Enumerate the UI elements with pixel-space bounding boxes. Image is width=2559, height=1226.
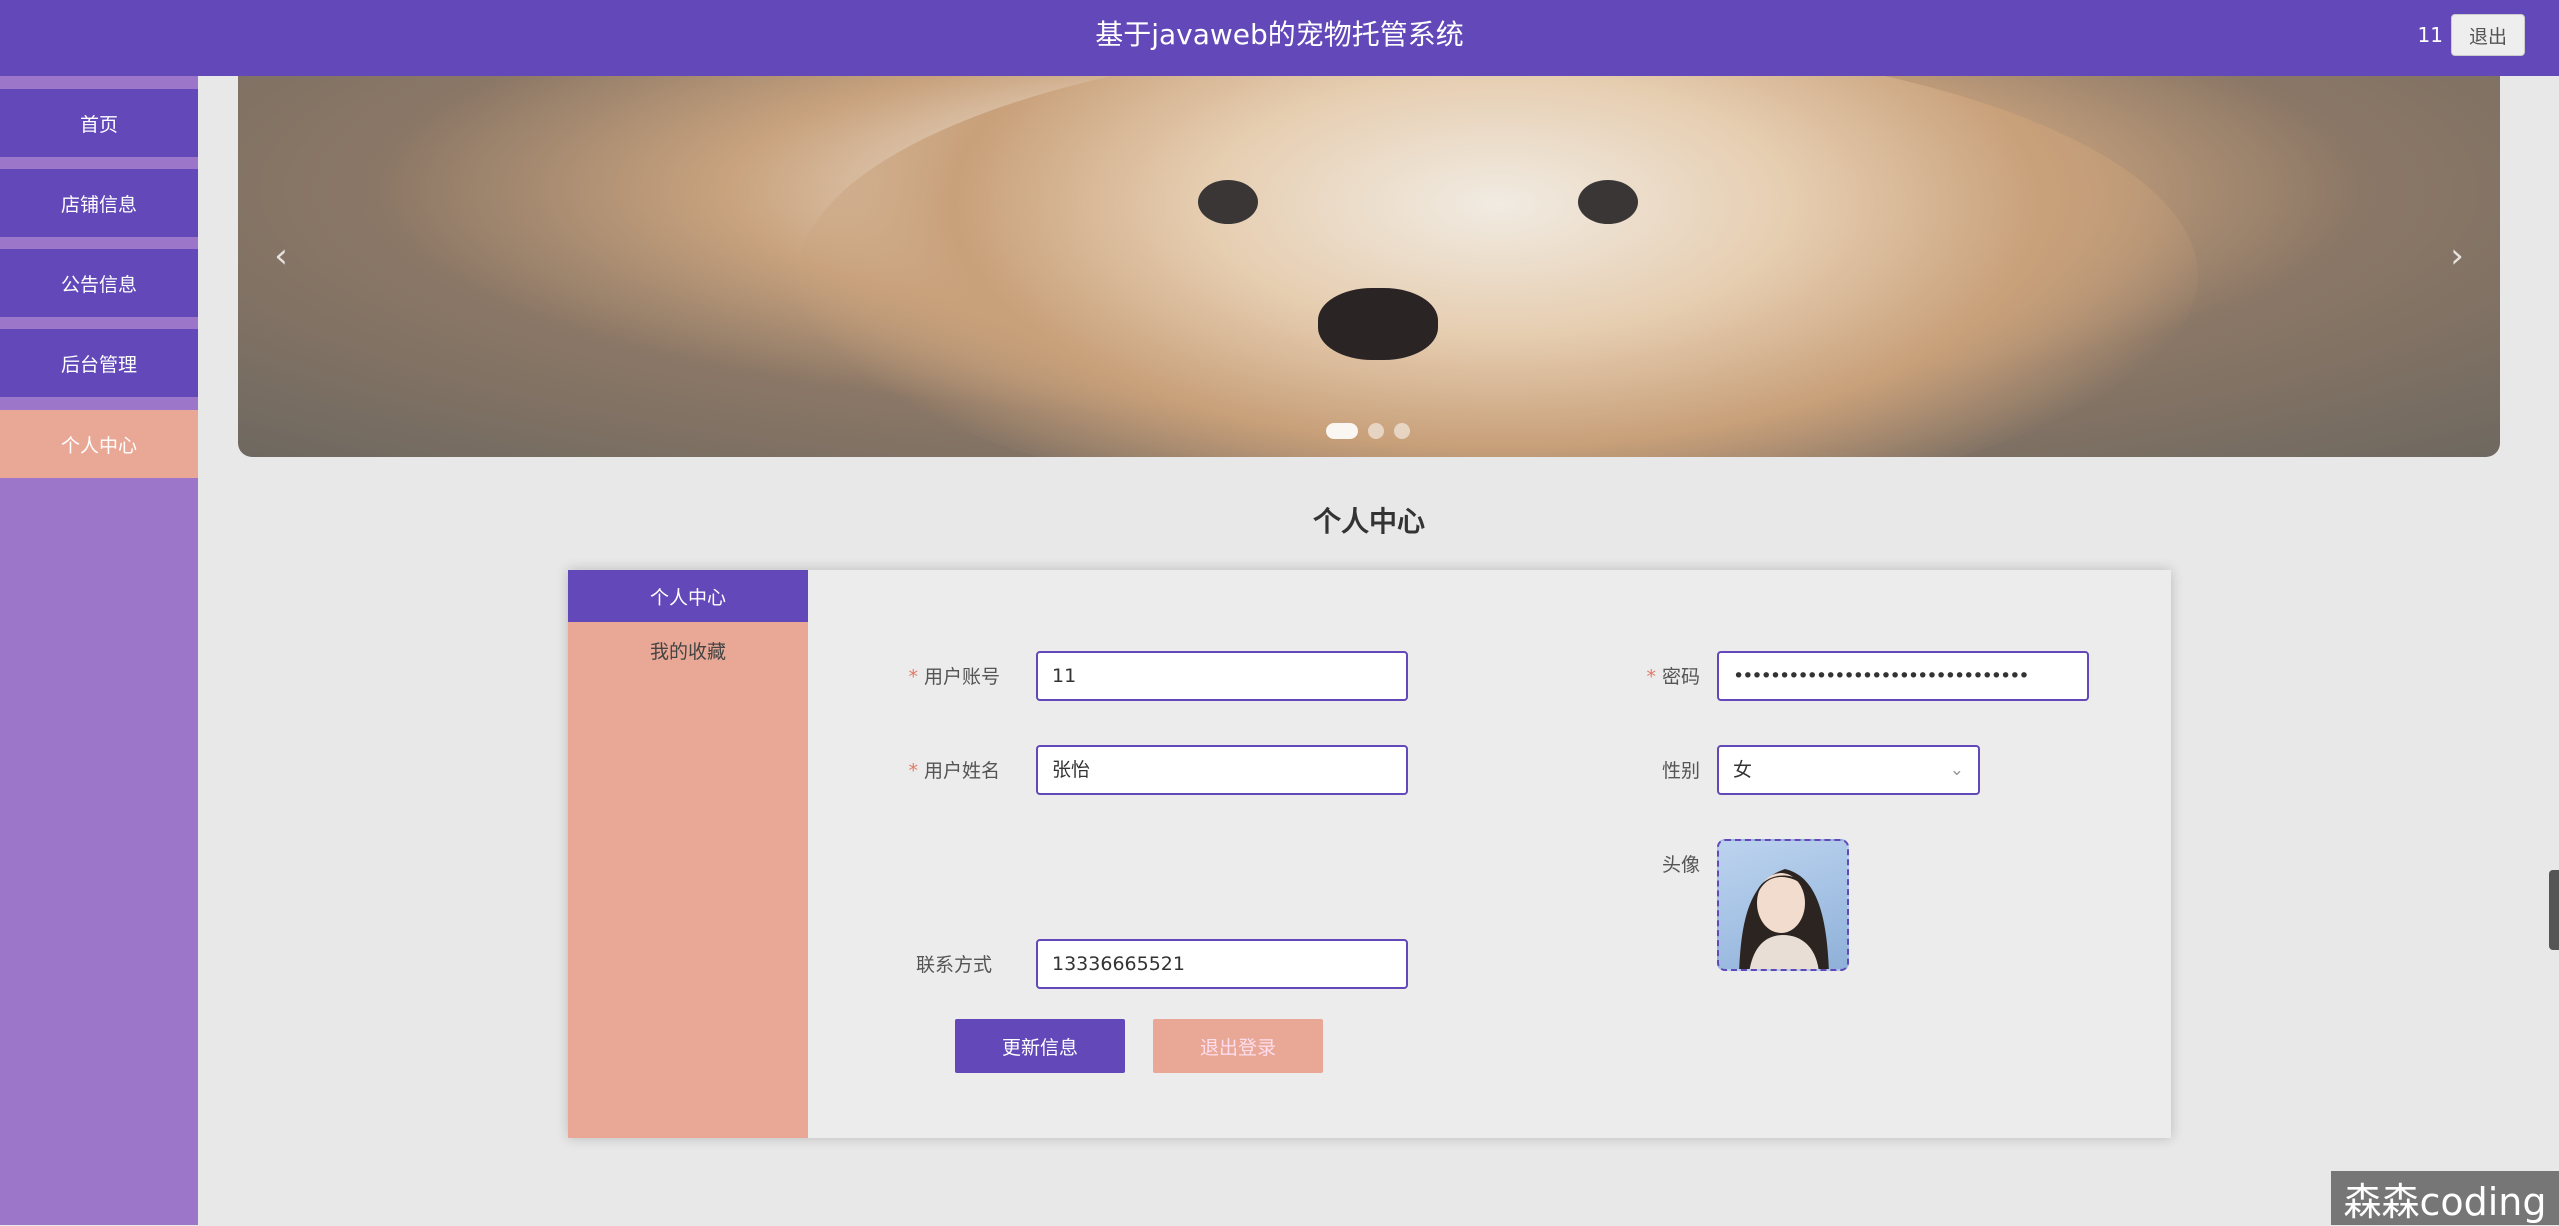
carousel-dot-1[interactable] <box>1326 423 1358 439</box>
dog-eye-left <box>1198 180 1258 224</box>
sidebar: 首页 店铺信息 公告信息 后台管理 个人中心 <box>0 76 198 1225</box>
sidebar-item-personal-center[interactable]: 个人中心 <box>0 410 198 478</box>
top-header: 基于javaweb的宠物托管系统 11 退出 <box>0 0 2559 76</box>
banner-carousel: ‹ › <box>238 76 2500 457</box>
password-label: * 密码 <box>1646 666 1700 688</box>
chevron-down-icon: ⌄ <box>1949 760 1964 780</box>
carousel-next-arrow-icon[interactable]: › <box>2439 238 2475 274</box>
carousel-indicators <box>1326 423 1410 439</box>
banner-dog-image <box>798 76 2198 457</box>
profile-tabs: 个人中心 我的收藏 <box>568 570 808 1138</box>
name-label: * 用户姓名 <box>908 760 1000 782</box>
carousel-dot-2[interactable] <box>1368 423 1384 439</box>
tab-personal-center[interactable]: 个人中心 <box>568 570 808 622</box>
account-label: * 用户账号 <box>908 666 1000 688</box>
update-info-button[interactable]: 更新信息 <box>955 1019 1125 1073</box>
watermark: 森森coding <box>2331 1171 2559 1225</box>
gender-select[interactable]: 女 ⌄ <box>1717 745 1980 795</box>
sidebar-item-home[interactable]: 首页 <box>0 89 198 157</box>
sidebar-item-store-info[interactable]: 店铺信息 <box>0 169 198 237</box>
header-logout-button[interactable]: 退出 <box>2451 14 2525 56</box>
gender-label: 性别 <box>1661 760 1700 782</box>
page-title: 个人中心 <box>1312 505 1425 538</box>
avatar-upload[interactable] <box>1717 839 1849 971</box>
contact-label: 联系方式 <box>915 954 992 976</box>
avatar-image <box>1739 869 1829 969</box>
dog-eye-right <box>1578 180 1638 224</box>
scrollbar-handle[interactable] <box>2549 870 2559 950</box>
password-field[interactable]: •••••••••••••••••••••••••••••••• <box>1717 651 2089 701</box>
profile-card: 个人中心 我的收藏 * 用户账号 11 * 密码 •••••••••••••••••… <box>568 570 2171 1138</box>
name-field[interactable]: 张怡 <box>1036 745 1408 795</box>
carousel-prev-arrow-icon[interactable]: ‹ <box>263 238 299 274</box>
current-username: 11 <box>2417 23 2443 47</box>
dog-nose <box>1318 288 1438 360</box>
site-title: 基于javaweb的宠物托管系统 <box>1095 18 1464 51</box>
tab-favorites[interactable]: 我的收藏 <box>568 624 808 676</box>
logout-button[interactable]: 退出登录 <box>1153 1019 1323 1073</box>
contact-field[interactable]: 13336665521 <box>1036 939 1408 989</box>
avatar-label: 头像 <box>1661 854 1700 876</box>
account-field[interactable]: 11 <box>1036 651 1408 701</box>
sidebar-item-announcements[interactable]: 公告信息 <box>0 249 198 317</box>
gender-select-value: 女 <box>1733 759 1753 781</box>
carousel-dot-3[interactable] <box>1394 423 1410 439</box>
sidebar-item-admin[interactable]: 后台管理 <box>0 329 198 397</box>
